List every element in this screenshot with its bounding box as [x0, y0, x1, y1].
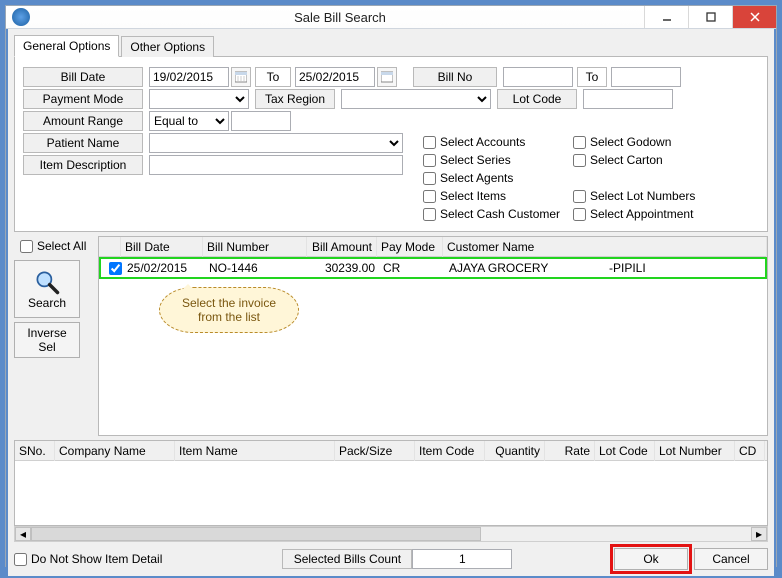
- select-tax-region[interactable]: [341, 89, 491, 109]
- check-do-not-show-detail[interactable]: Do Not Show Item Detail: [14, 550, 162, 568]
- detail-scrollbar[interactable]: ◂ ▸: [14, 526, 768, 542]
- input-bill-no-to[interactable]: [611, 67, 681, 87]
- callout-hint: Select the invoice from the list: [159, 287, 299, 333]
- results-grid[interactable]: Bill Date Bill Number Bill Amount Pay Mo…: [98, 236, 768, 436]
- col-bill-date[interactable]: Bill Date: [121, 237, 203, 257]
- col-cd[interactable]: CD: [735, 441, 765, 461]
- scroll-thumb[interactable]: [31, 527, 481, 541]
- check-select-all[interactable]: Select All: [14, 236, 94, 256]
- input-date-to[interactable]: [295, 67, 375, 87]
- check-select-carton[interactable]: Select Carton: [573, 151, 723, 169]
- col-rate[interactable]: Rate: [545, 441, 595, 461]
- label-bill-date: Bill Date: [23, 67, 143, 87]
- calendar-button-from[interactable]: [231, 67, 251, 87]
- cancel-button[interactable]: Cancel: [694, 548, 768, 570]
- label-to-billno: To: [577, 67, 607, 87]
- tab-other-options[interactable]: Other Options: [121, 36, 214, 57]
- cell-pay-mode: CR: [379, 258, 445, 278]
- select-amount-op[interactable]: Equal to: [149, 111, 229, 131]
- row-checkbox[interactable]: [109, 262, 122, 275]
- input-item-description[interactable]: [149, 155, 403, 175]
- input-date-from[interactable]: [149, 67, 229, 87]
- ok-button[interactable]: Ok: [614, 548, 688, 570]
- col-item-name[interactable]: Item Name: [175, 441, 335, 461]
- mid-area: Select All Search Inverse Sel Bill Date …: [14, 236, 768, 436]
- col-sno[interactable]: SNo.: [15, 441, 55, 461]
- check-select-agents[interactable]: Select Agents: [423, 169, 723, 187]
- col-quantity[interactable]: Quantity: [485, 441, 545, 461]
- table-row[interactable]: 25/02/2015 NO-1446 30239.00 CR AJAYA GRO…: [99, 257, 767, 279]
- input-bill-no-from[interactable]: [503, 67, 573, 87]
- cell-bill-date: 25/02/2015: [123, 258, 205, 278]
- tab-general-options[interactable]: General Options: [14, 35, 119, 57]
- col-lot-code[interactable]: Lot Code: [595, 441, 655, 461]
- scroll-right-icon[interactable]: ▸: [751, 527, 767, 541]
- cell-bill-number: NO-1446: [205, 258, 309, 278]
- col-lot-number[interactable]: Lot Number: [655, 441, 735, 461]
- col-pack-size[interactable]: Pack/Size: [335, 441, 415, 461]
- footer: Do Not Show Item Detail Selected Bills C…: [14, 548, 768, 570]
- select-payment-mode[interactable]: [149, 89, 249, 109]
- detail-header: SNo. Company Name Item Name Pack/Size It…: [15, 441, 767, 461]
- input-amount-value[interactable]: [231, 111, 291, 131]
- check-select-series[interactable]: Select Series: [423, 151, 573, 169]
- label-selected-count: Selected Bills Count: [282, 549, 412, 569]
- col-pay-mode[interactable]: Pay Mode: [377, 237, 443, 257]
- label-to-date: To: [255, 67, 291, 87]
- input-lot-code[interactable]: [583, 89, 673, 109]
- check-select-accounts[interactable]: Select Accounts: [423, 133, 573, 151]
- input-selected-count[interactable]: [412, 549, 512, 569]
- cell-bill-amount: 30239.00: [309, 258, 379, 278]
- scroll-left-icon[interactable]: ◂: [15, 527, 31, 541]
- col-item-code[interactable]: Item Code: [415, 441, 485, 461]
- col-bill-amount[interactable]: Bill Amount: [307, 237, 377, 257]
- check-select-appointment[interactable]: Select Appointment: [573, 205, 723, 223]
- check-select-items[interactable]: Select Items: [423, 187, 573, 205]
- label-patient-name: Patient Name: [23, 133, 143, 153]
- check-select-cash-customer[interactable]: Select Cash Customer: [423, 205, 573, 223]
- check-select-godown[interactable]: Select Godown: [573, 133, 723, 151]
- left-controls: Select All Search Inverse Sel: [14, 236, 94, 436]
- app-window: Sale Bill Search General Options Other O…: [5, 5, 777, 567]
- label-bill-no: Bill No: [413, 67, 497, 87]
- window-body: General Options Other Options Bill Date …: [6, 29, 776, 578]
- window-title: Sale Bill Search: [36, 10, 644, 25]
- maximize-button[interactable]: [688, 6, 732, 28]
- filter-panel: Bill Date To Bill No To Payment Mode Tax…: [14, 57, 768, 232]
- results-header: Bill Date Bill Number Bill Amount Pay Mo…: [99, 237, 767, 257]
- calendar-button-to[interactable]: [377, 67, 397, 87]
- label-amount-range: Amount Range: [23, 111, 143, 131]
- col-company[interactable]: Company Name: [55, 441, 175, 461]
- detail-grid[interactable]: SNo. Company Name Item Name Pack/Size It…: [14, 440, 768, 526]
- cell-customer-extra: -PIPILI: [605, 258, 765, 278]
- cell-customer-name: AJAYA GROCERY: [445, 258, 605, 278]
- label-lot-code: Lot Code: [497, 89, 577, 109]
- tabstrip: General Options Other Options: [14, 35, 768, 57]
- select-patient-name[interactable]: [149, 133, 403, 153]
- close-button[interactable]: [732, 6, 776, 28]
- scroll-track[interactable]: [31, 527, 751, 541]
- label-tax-region: Tax Region: [255, 89, 335, 109]
- app-icon: [12, 8, 30, 26]
- col-customer-name[interactable]: Customer Name: [443, 237, 767, 257]
- label-item-description: Item Description: [23, 155, 143, 175]
- search-button[interactable]: Search: [14, 260, 80, 318]
- check-select-lot-numbers[interactable]: Select Lot Numbers: [573, 187, 723, 205]
- inverse-sel-button[interactable]: Inverse Sel: [14, 322, 80, 358]
- label-payment-mode: Payment Mode: [23, 89, 143, 109]
- titlebar: Sale Bill Search: [6, 6, 776, 29]
- col-bill-number[interactable]: Bill Number: [203, 237, 307, 257]
- window-buttons: [644, 6, 776, 28]
- minimize-button[interactable]: [644, 6, 688, 28]
- magnifier-icon: [33, 268, 61, 296]
